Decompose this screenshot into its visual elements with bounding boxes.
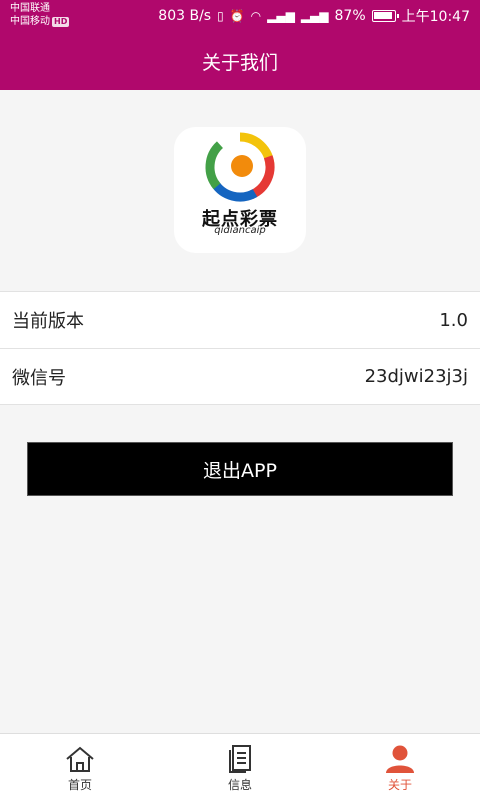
signal-icon: ▂▄▆ [267,9,295,23]
title-bar: 关于我们 [0,32,480,90]
version-value: 1.0 [439,309,468,331]
nav-label-about: 关于 [387,778,412,792]
battery-percent: 87% [334,8,366,24]
version-row: 当前版本 1.0 [0,292,480,348]
nav-label-home: 首页 [67,778,92,792]
exit-app-button[interactable]: 退出APP [27,442,453,496]
nav-item-about[interactable]: 关于 [320,734,480,800]
hd-badge: HD [52,17,70,27]
document-icon [229,745,251,773]
version-label: 当前版本 [12,311,84,332]
network-speed: 803 B/s [158,8,212,24]
user-icon [386,745,414,773]
signal-2-icon: ▂▄▆ [300,9,329,23]
wechat-value: 23djwi23j3j [364,366,468,387]
wifi-icon: ◠ [250,9,262,23]
battery-icon [371,10,399,22]
info-list: 当前版本 1.0 微信号 23djwi23j3j [0,291,480,405]
carrier-1: 中国联通 [10,3,50,14]
carrier-info: 中国联通 中国移动 HD [10,2,70,28]
wechat-label: 微信号 [12,367,66,389]
nav-label-info: 信息 [227,778,252,792]
logo-swirl-icon [205,132,275,202]
clock: 上午10:47 [401,9,470,25]
carrier-2: 中国移动 [10,16,50,27]
screen: 中国联通 中国移动 HD 803 B/s ▯ ⏰ ◠ ▂▄▆ ▂▄▆ 87% 上午… [0,0,480,800]
app-logo: 起点彩票 qidiancaip [174,127,306,253]
status-bar: 中国联通 中国移动 HD 803 B/s ▯ ⏰ ◠ ▂▄▆ ▂▄▆ 87% 上午… [0,0,480,32]
status-icons: 803 B/s ▯ ⏰ ◠ ▂▄▆ ▂▄▆ 87% 上午10:47 [158,0,470,32]
nav-item-info[interactable]: 信息 [160,734,320,800]
wechat-row[interactable]: 微信号 23djwi23j3j [0,348,480,404]
exit-app-label: 退出APP [203,459,277,482]
bottom-nav: 首页 信息 关于 [0,733,480,800]
alarm-icon: ⏰ [229,9,245,23]
logo-subtext: qidiancaip [214,225,266,236]
home-icon [66,746,94,772]
vibrate-icon: ▯ [217,9,224,23]
nav-item-home[interactable]: 首页 [0,734,160,800]
page-title: 关于我们 [201,51,278,74]
